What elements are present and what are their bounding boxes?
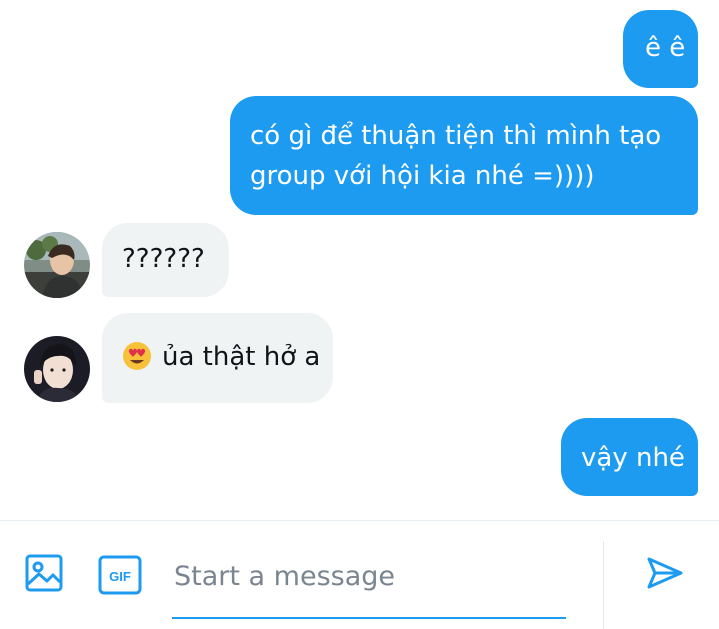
message-input[interactable] bbox=[172, 555, 568, 592]
message-bubble-outgoing[interactable]: vậy nhé bbox=[561, 418, 698, 496]
gif-label: GIF bbox=[109, 569, 131, 584]
avatar[interactable] bbox=[24, 336, 90, 402]
message-bubble-outgoing[interactable]: ê ê bbox=[623, 10, 698, 88]
image-icon bbox=[25, 554, 63, 596]
message-text: có gì để thuận tiện thì mình tạo group v… bbox=[250, 121, 662, 191]
message-text: ê ê bbox=[645, 33, 686, 63]
message-composer: GIF bbox=[0, 520, 719, 629]
message-bubble-outgoing[interactable]: có gì để thuận tiện thì mình tạo group v… bbox=[230, 96, 698, 215]
message-input-wrapper bbox=[172, 555, 568, 619]
send-button[interactable] bbox=[640, 550, 690, 600]
send-icon bbox=[645, 553, 685, 597]
message-bubble-incoming[interactable]: ủa thật hở a bbox=[102, 313, 333, 403]
message-bubble-incoming[interactable]: ?????? bbox=[102, 223, 229, 297]
avatar[interactable] bbox=[24, 232, 90, 298]
gif-icon: GIF bbox=[98, 555, 142, 595]
media-button[interactable] bbox=[22, 553, 66, 597]
gif-button[interactable]: GIF bbox=[98, 553, 142, 597]
composer-divider bbox=[603, 541, 604, 629]
message-text: ủa thật hở a bbox=[162, 342, 321, 372]
heart-eyes-emoji bbox=[122, 341, 152, 371]
message-text: ?????? bbox=[122, 244, 205, 274]
message-thread: ê ê có gì để thuận tiện thì mình tạo gro… bbox=[0, 0, 719, 520]
message-text: vậy nhé bbox=[581, 443, 685, 473]
